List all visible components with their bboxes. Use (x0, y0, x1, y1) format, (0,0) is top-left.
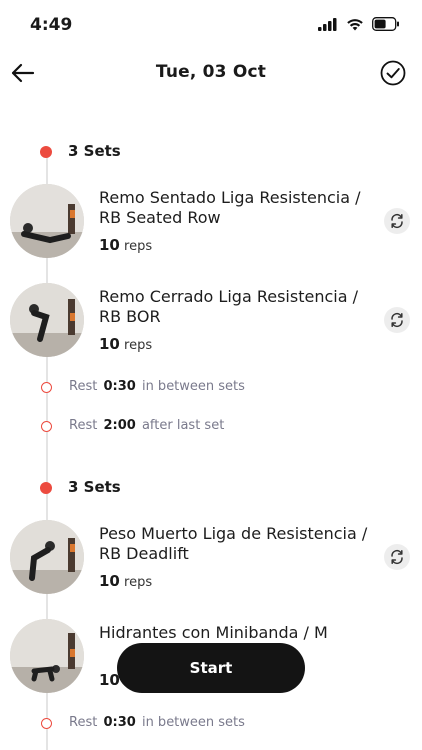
status-time: 4:49 (30, 15, 73, 35)
battery-icon (372, 17, 399, 31)
nav-bar: Tue, 03 Oct (0, 48, 422, 100)
rest-label: Rest (69, 715, 98, 730)
exercise-name: Remo Sentado Liga Resistencia / RB Seate… (99, 188, 361, 227)
rest-marker-dot (41, 382, 52, 393)
set-marker-dot (40, 482, 52, 494)
reps-count: 10 (99, 335, 120, 353)
exercise-thumbnail[interactable] (10, 184, 84, 258)
swap-icon (391, 312, 403, 328)
rest-row: Rest 2:00 after last set (0, 417, 422, 437)
rest-text: Rest 0:30 in between sets (69, 715, 245, 730)
sets-count-label: 3 Sets (68, 142, 121, 160)
rest-marker-dot (41, 718, 52, 729)
reps-unit: reps (124, 239, 153, 254)
swap-icon (391, 213, 403, 229)
reps-count: 10 (99, 572, 120, 590)
exercise-thumbnail[interactable] (10, 619, 84, 693)
swap-icon (391, 549, 403, 565)
exercise-reps: 10 reps (99, 236, 152, 254)
exercise-reps: 10 reps (99, 335, 152, 353)
rest-suffix: in between sets (141, 379, 245, 394)
exercise-thumbnail[interactable] (10, 520, 84, 594)
swap-exercise-button[interactable] (384, 208, 410, 234)
rest-row: Rest 0:30 in between sets (0, 378, 422, 398)
status-bar: 4:49 (0, 0, 422, 48)
rest-duration: 0:30 (103, 715, 136, 730)
exercise-name: Hidrantes con Minibanda / M (99, 623, 328, 642)
exercise-item[interactable]: Remo Sentado Liga Resistencia / RB Seate… (0, 184, 422, 274)
set-group-header: 3 Sets (0, 142, 300, 162)
exercise-name: Remo Cerrado Liga Resistencia / RB BOR (99, 287, 358, 326)
page-title: Tue, 03 Oct (155, 62, 267, 82)
rest-text: Rest 0:30 in between sets (69, 379, 245, 394)
exercise-item[interactable]: Peso Muerto Liga de Resistencia / RB Dea… (0, 520, 422, 610)
rest-duration: 0:30 (103, 379, 136, 394)
exercise-item[interactable]: Remo Cerrado Liga Resistencia / RB BOR 1… (0, 283, 422, 373)
set-group-header: 3 Sets (0, 478, 300, 498)
start-button-label: Start (189, 659, 233, 677)
swap-exercise-button[interactable] (384, 544, 410, 570)
rest-marker-dot (41, 421, 52, 432)
rest-row: Rest 0:30 in between sets (0, 714, 422, 734)
rest-suffix: in between sets (141, 715, 245, 730)
sets-count-label: 3 Sets (68, 478, 121, 496)
rest-suffix: after last set (141, 418, 225, 433)
rest-text: Rest 2:00 after last set (69, 418, 224, 433)
set-marker-dot (40, 146, 52, 158)
signal-icon (318, 17, 337, 31)
rest-label: Rest (69, 418, 98, 433)
reps-count: 10 (99, 236, 120, 254)
rest-duration: 2:00 (103, 418, 136, 433)
status-icons (318, 17, 400, 31)
reps-unit: reps (124, 575, 153, 590)
start-button[interactable]: Start (117, 643, 305, 693)
wifi-icon (347, 18, 363, 30)
rest-label: Rest (69, 379, 98, 394)
exercise-name: Peso Muerto Liga de Resistencia / RB Dea… (99, 524, 368, 563)
reps-unit: reps (124, 338, 153, 353)
exercise-reps: 10 reps (99, 572, 152, 590)
exercise-thumbnail[interactable] (10, 283, 84, 357)
swap-exercise-button[interactable] (384, 307, 410, 333)
check-circle-icon[interactable] (380, 60, 406, 86)
